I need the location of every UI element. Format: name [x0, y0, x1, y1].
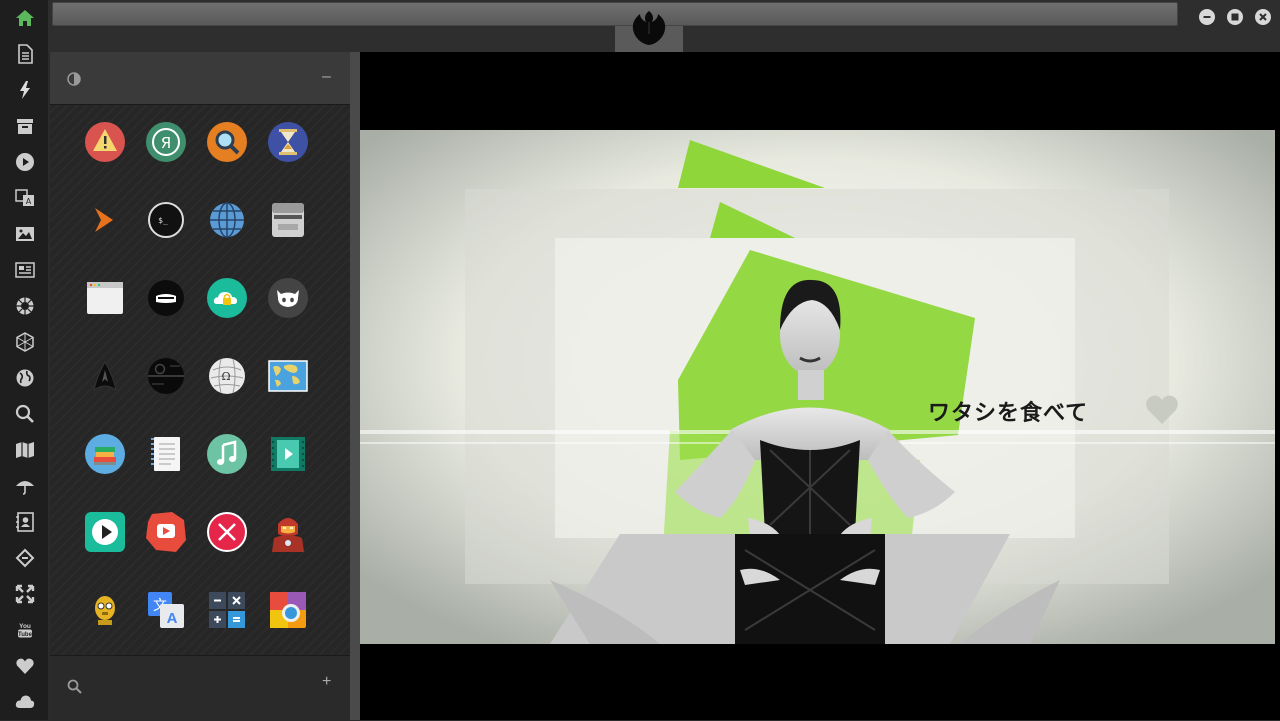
news-icon[interactable] — [12, 257, 38, 283]
half-circle-icon[interactable] — [67, 72, 81, 86]
github-app[interactable] — [266, 276, 310, 320]
globe-app[interactable] — [205, 198, 249, 242]
translate-app[interactable]: 文A — [144, 588, 188, 632]
archive-icon[interactable] — [12, 113, 38, 139]
starfleet-app[interactable] — [83, 354, 127, 398]
play-app[interactable] — [83, 510, 127, 554]
yandex-app[interactable]: Я — [144, 120, 188, 164]
cloud-lock-app[interactable] — [205, 276, 249, 320]
warning-app[interactable] — [83, 120, 127, 164]
video-frame[interactable] — [360, 130, 1275, 644]
library-app[interactable] — [83, 432, 127, 476]
rebel-alliance-logo — [632, 11, 666, 45]
search-app[interactable] — [205, 120, 249, 164]
drawer-footer: + — [50, 655, 350, 721]
collapse-button[interactable]: – — [322, 68, 331, 86]
contacts-icon[interactable] — [12, 509, 38, 535]
cloud-icon[interactable] — [12, 689, 38, 715]
svg-text:You: You — [19, 623, 31, 630]
search-icon[interactable] — [67, 679, 82, 694]
search-icon[interactable] — [12, 401, 38, 427]
play-icon[interactable] — [12, 149, 38, 175]
image-icon[interactable] — [12, 221, 38, 247]
music-app[interactable] — [205, 432, 249, 476]
app-drawer: – Я $_ Ω A + — [50, 52, 350, 721]
add-button[interactable]: + — [322, 673, 331, 691]
address-bar[interactable] — [52, 2, 1178, 26]
mouth-app[interactable] — [144, 276, 188, 320]
hourglass-app[interactable] — [266, 120, 310, 164]
home-icon[interactable] — [12, 5, 38, 31]
translate-icon[interactable]: A — [12, 185, 38, 211]
browser-window-app[interactable] — [83, 276, 127, 320]
panel-splitter[interactable] — [350, 52, 360, 720]
notes-app[interactable] — [144, 432, 188, 476]
photos-app[interactable] — [266, 588, 310, 632]
close-app[interactable] — [205, 510, 249, 554]
map-icon[interactable] — [12, 437, 38, 463]
terminal-app[interactable]: $_ — [144, 198, 188, 242]
globe-icon[interactable] — [12, 365, 38, 391]
heart-icon[interactable] — [12, 653, 38, 679]
maximize-button[interactable] — [1227, 9, 1243, 25]
c3po-app[interactable] — [83, 588, 127, 632]
close-button[interactable] — [1255, 9, 1271, 25]
wikipedia-app[interactable]: Ω — [205, 354, 249, 398]
terminal-prompt: $_ — [158, 216, 168, 225]
title-bar — [48, 0, 1280, 52]
calculator-app[interactable] — [205, 588, 249, 632]
left-icon-rail: A You Tube — [0, 0, 48, 720]
world-map-app[interactable] — [266, 354, 310, 398]
settings-icon[interactable] — [12, 293, 38, 319]
svg-text:Tube: Tube — [18, 632, 33, 638]
video-artwork — [360, 130, 1275, 644]
youtube-app[interactable] — [144, 510, 188, 554]
minimize-button[interactable] — [1199, 9, 1215, 25]
expand-icon[interactable] — [12, 581, 38, 607]
svg-text:A: A — [167, 610, 178, 627]
hexagon-icon[interactable] — [12, 329, 38, 355]
document-icon[interactable] — [12, 41, 38, 67]
svg-text:Ω: Ω — [221, 370, 230, 383]
video-player-app[interactable] — [266, 432, 310, 476]
video-overlay-text: ワタシを食べて — [928, 401, 1089, 426]
death-star-app[interactable] — [144, 354, 188, 398]
lightning-icon[interactable] — [12, 77, 38, 103]
scanner-app[interactable] — [266, 198, 310, 242]
code-icon[interactable] — [12, 545, 38, 571]
drawer-header: – — [50, 52, 350, 105]
launcher-app[interactable] — [83, 198, 127, 242]
youtube-icon[interactable]: You Tube — [12, 617, 38, 643]
svg-text:A: A — [26, 197, 32, 206]
ironman-app[interactable] — [266, 510, 310, 554]
yandex-letter: Я — [161, 134, 171, 152]
umbrella-icon[interactable] — [12, 473, 38, 499]
